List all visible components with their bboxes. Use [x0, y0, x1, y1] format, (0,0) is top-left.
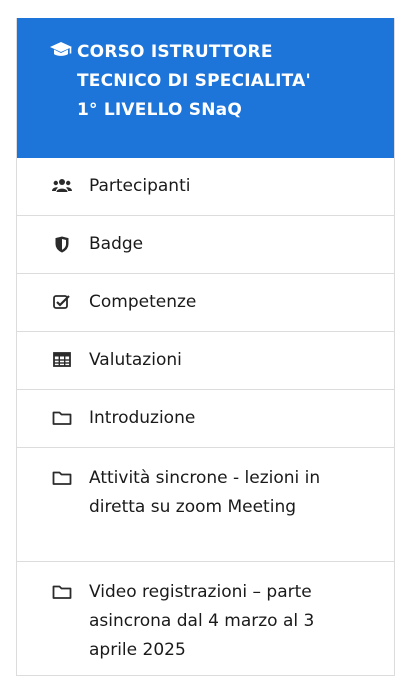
shield-icon: [52, 236, 72, 253]
nav-item-introduzione[interactable]: Introduzione: [17, 390, 394, 448]
nav-item-label: Valutazioni: [89, 350, 182, 370]
nav-item-label: Video registrazioni – parte asincrona da…: [89, 582, 315, 660]
nav-item-video-registrazioni[interactable]: Video registrazioni – parte asincrona da…: [17, 562, 394, 676]
nav-item-label: Competenze: [89, 292, 197, 312]
nav-item-label: Badge: [89, 234, 144, 254]
nav-item-label: Attività sincrone - lezioni in diretta s…: [89, 468, 321, 517]
nav-item-label: Introduzione: [89, 408, 196, 428]
nav-item-attivita-sincrone[interactable]: Attività sincrone - lezioni in diretta s…: [17, 448, 394, 562]
course-navigation-drawer: CORSO ISTRUTTORE TECNICO DI SPECIALITA' …: [16, 18, 395, 676]
folder-icon: [52, 410, 72, 426]
nav-item-competenze[interactable]: Competenze: [17, 274, 394, 332]
graduation-cap-icon: [49, 41, 77, 59]
nav-item-label: Partecipanti: [89, 176, 191, 196]
course-header[interactable]: CORSO ISTRUTTORE TECNICO DI SPECIALITA' …: [17, 18, 394, 158]
users-icon: [52, 178, 72, 194]
nav-item-valutazioni[interactable]: Valutazioni: [17, 332, 394, 390]
table-icon: [52, 352, 72, 367]
checkbox-icon: [52, 294, 72, 310]
nav-item-partecipanti[interactable]: Partecipanti: [17, 158, 394, 216]
folder-icon: [52, 470, 72, 486]
course-title: CORSO ISTRUTTORE TECNICO DI SPECIALITA' …: [77, 42, 311, 120]
nav-item-badge[interactable]: Badge: [17, 216, 394, 274]
folder-icon: [52, 584, 72, 600]
